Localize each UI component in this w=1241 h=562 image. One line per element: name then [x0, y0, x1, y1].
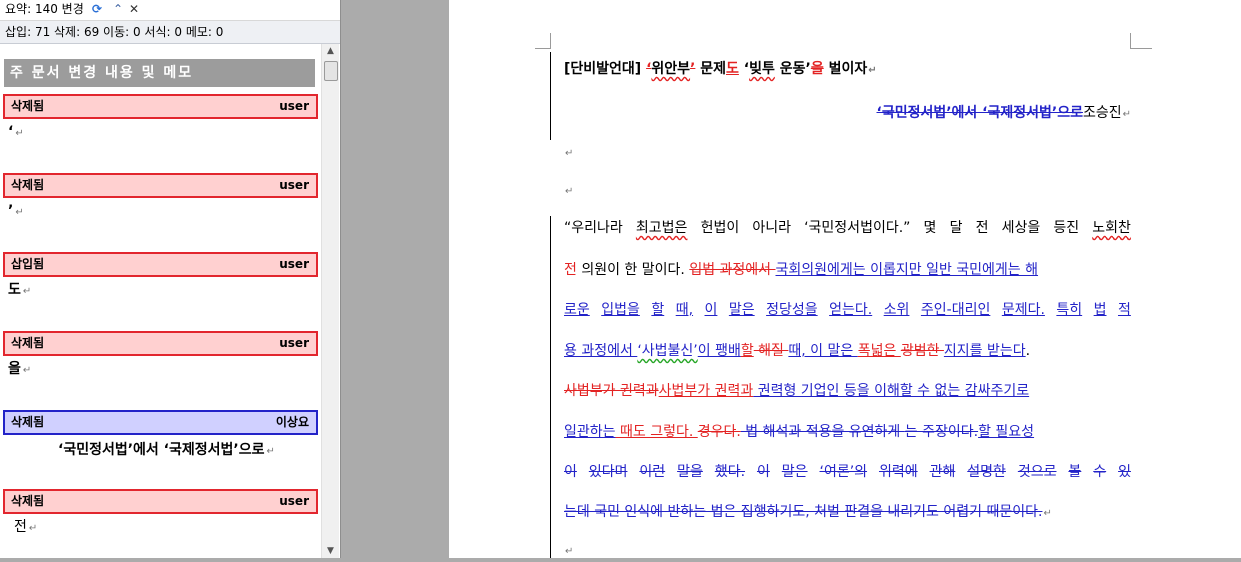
counts-label: 삽입: 71 삭제: 69 이동: 0 서식: 0 메모: 0	[5, 25, 224, 39]
summary-label: 요약: 140 변경	[5, 2, 84, 16]
revision-text: 전 ↵	[14, 519, 38, 535]
revision-text: ‘국민정서법’에서 ‘국제정서법’으로 ↵	[58, 442, 275, 458]
body-line-4: 용 과정에서 ‘사법불신’이 팽배할 해질 때, 이 말은 폭넓은 광범한 지지…	[564, 343, 1031, 359]
body-line-8: 는데 국민 인식에 반하는 법은 집행하기도, 처벌 판결을 내리기도 어렵기 …	[564, 504, 1052, 520]
section-title: 주 문서 변경 내용 및 메모	[10, 65, 194, 81]
revision-list: 주 문서 변경 내용 및 메모 삭제됨 user ‘↵ 삭제됨 user ’ ↵ …	[0, 44, 321, 558]
empty-paragraph: ↵	[565, 186, 574, 197]
body-line-3: 로운 입법을 할 때, 이 말은 정당성을 얻는다. 소위 주인-대리인 문제다. 특히 법 적	[564, 302, 1131, 318]
doc-title: [단비발언대] ‘위안부’ 문제도 ‘빚투 운동’을 벌이자↵	[564, 61, 877, 77]
change-bar	[550, 52, 551, 140]
revision-author: user	[279, 99, 309, 113]
empty-paragraph: ↵	[565, 148, 574, 159]
revision-header[interactable]: 삭제됨 이상요	[3, 410, 318, 435]
revision-author: user	[279, 336, 309, 350]
revision-type: 삭제됨	[11, 336, 45, 350]
document-gutter	[341, 0, 449, 558]
revision-author: user	[279, 494, 309, 508]
revision-type: 삭제됨	[11, 494, 45, 508]
revision-author: user	[279, 178, 309, 192]
body-line-1: “우리나라 최고법은 헌법이 아니라 ‘국민정서법이다.” 몇 달 전 세상을 등진 노회찬	[564, 220, 1131, 236]
pane-scrollbar[interactable]: ▲ ▼	[321, 44, 339, 558]
revision-text: ’ ↵	[8, 203, 24, 219]
change-bar	[550, 216, 551, 558]
crop-mark	[1130, 48, 1152, 49]
revision-author: user	[279, 257, 309, 271]
scroll-up-icon[interactable]: ▲	[322, 44, 339, 58]
pane-summary-bar: 요약: 140 변경 ⟳ ⌃ ✕	[0, 0, 340, 21]
paragraph-mark: ↵	[22, 286, 32, 297]
refresh-icon[interactable]: ⟳	[90, 1, 104, 17]
revision-text: 을 ↵	[8, 361, 32, 377]
paragraph-mark: ↵	[28, 523, 38, 534]
revision-header[interactable]: 삭제됨 user	[3, 331, 318, 356]
paragraph-mark: ↵	[15, 207, 24, 218]
revision-header[interactable]: 삭제됨 user	[3, 489, 318, 514]
close-icon[interactable]: ✕	[127, 1, 141, 17]
scroll-down-icon[interactable]: ▼	[322, 544, 339, 558]
crop-mark	[535, 48, 550, 49]
revision-type: 삭제됨	[11, 178, 45, 192]
reviewing-pane: 요약: 140 변경 ⟳ ⌃ ✕ 삽입: 71 삭제: 69 이동: 0 서식:…	[0, 0, 341, 558]
revision-header[interactable]: 삭제됨 user	[3, 94, 318, 119]
revision-type: 삭제됨	[11, 99, 45, 113]
body-line-6: 일관하는 때도 그렇다. 경우다. 법 해석과 적용을 유연하게 는 주장이다.…	[564, 424, 1035, 440]
revision-header[interactable]: 삭제됨 user	[3, 173, 318, 198]
crop-mark	[550, 33, 551, 49]
revision-type: 삽입됨	[11, 257, 45, 271]
doc-subtitle: ‘국민정서법’에서 ‘국제정서법’으로조승진↵	[876, 105, 1132, 121]
revision-author: 이상요	[275, 415, 309, 429]
revision-text: 도 ↵	[8, 282, 32, 298]
revision-text: ‘↵	[8, 124, 24, 140]
section-header: 주 문서 변경 내용 및 메모	[4, 59, 315, 87]
crop-mark	[1130, 33, 1131, 49]
revision-type: 삭제됨	[11, 415, 45, 429]
body-line-7: 이 있다며 이런 말을 했다. 이 말은 ‘여론’의 위력에 관해 설명한 것으로 볼 수 있	[564, 464, 1131, 480]
paragraph-mark: ↵	[22, 365, 32, 376]
pane-counts-bar: 삽입: 71 삭제: 69 이동: 0 서식: 0 메모: 0	[0, 21, 340, 44]
body-line-5: 사법부가 권력과사법부가 권력과 권력형 기업인 등을 이해할 수 없는 감싸주…	[564, 383, 1030, 399]
empty-paragraph: ↵	[565, 546, 574, 557]
revision-header[interactable]: 삽입됨 user	[3, 252, 318, 277]
paragraph-mark: ↵	[15, 128, 24, 139]
document-page[interactable]: [단비발언대] ‘위안부’ 문제도 ‘빚투 운동’을 벌이자↵ ‘국민정서법’에…	[449, 0, 1241, 558]
paragraph-mark: ↵	[266, 446, 275, 457]
collapse-up-icon[interactable]: ⌃	[111, 1, 125, 17]
body-line-2: 전 의원이 한 말이다. 입법 과정에서 국회의원에게는 이롭지만 일반 국민에…	[564, 262, 1039, 278]
scroll-thumb[interactable]	[324, 61, 338, 81]
